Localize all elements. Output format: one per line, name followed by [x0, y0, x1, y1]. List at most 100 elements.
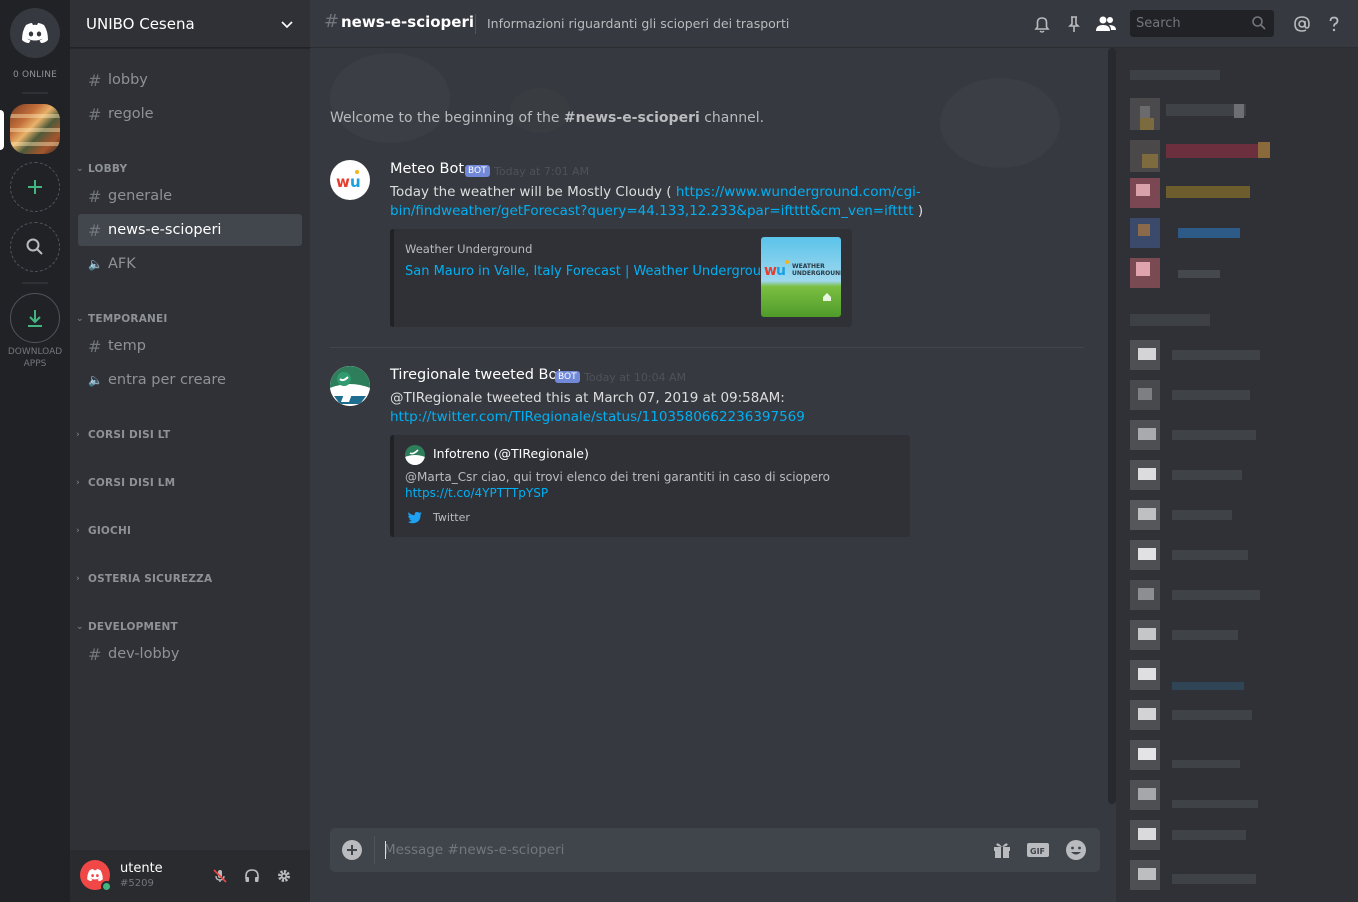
category-giochi[interactable]: › GIOCHI: [76, 525, 304, 537]
redacted-pixel: [1138, 668, 1156, 680]
server-header[interactable]: UNIBO Cesena: [70, 0, 310, 48]
redacted-name: [1172, 430, 1256, 440]
add-server-button[interactable]: [10, 162, 60, 212]
redacted-name: [1172, 874, 1256, 884]
embed-thumbnail[interactable]: w u WEATHER UNDERGROUND: [761, 237, 841, 317]
message-link[interactable]: https://www.wunderground.com/cgi-: [676, 184, 921, 200]
pinned-messages-button[interactable]: [1062, 12, 1086, 36]
redacted-pixel: [1138, 224, 1150, 236]
channel-sidebar: UNIBO Cesena # lobby # regole ⌄ LOBBY # …: [70, 0, 310, 902]
microphone-muted-icon: [213, 869, 227, 883]
notification-settings-button[interactable]: [1030, 12, 1054, 36]
chevron-right-icon: ›: [76, 478, 80, 488]
bell-icon: [1034, 17, 1050, 33]
message-input[interactable]: [384, 828, 974, 872]
member-list-toggle[interactable]: [1094, 12, 1118, 36]
mute-button[interactable]: [210, 866, 230, 886]
message-list: Welcome to the beginning of the #news-e-…: [310, 48, 1110, 808]
redacted-pixel: [1138, 548, 1156, 560]
redacted-name: [1172, 590, 1260, 600]
chevron-right-icon: ›: [76, 526, 80, 536]
search-icon: [1252, 16, 1266, 30]
category-lobby[interactable]: ⌄ LOBBY: [76, 163, 304, 175]
message-link[interactable]: http://twitter.com/TIRegionale/status/11…: [390, 409, 805, 425]
chat-scrollbar-thumb[interactable]: [1108, 48, 1116, 804]
download-apps-button[interactable]: [10, 293, 60, 343]
embed-author[interactable]: Infotreno (@TIRegionale): [433, 446, 589, 461]
channel-entra-per-creare[interactable]: 🔈 entra per creare: [78, 364, 302, 396]
explore-servers-button[interactable]: [10, 222, 60, 272]
user-panel: utente #5209: [70, 850, 310, 902]
redacted-pixel: [1138, 868, 1156, 880]
twitter-bird-icon: [407, 512, 422, 524]
gif-button[interactable]: GIF: [1026, 838, 1050, 862]
category-corsi-disi-lt[interactable]: › CORSI DISI LT: [76, 429, 304, 441]
channel-regole[interactable]: # regole: [78, 98, 302, 130]
search-icon: [26, 238, 43, 255]
redacted-pixel: [1136, 184, 1150, 196]
username: utente: [120, 861, 163, 876]
channel-title: news-e-scioperi: [341, 13, 474, 31]
category-corsi-disi-lm[interactable]: › CORSI DISI LM: [76, 477, 304, 489]
avatar[interactable]: w u: [330, 160, 370, 200]
composer-divider: [374, 836, 375, 864]
channel-generale[interactable]: # generale: [78, 180, 302, 212]
plus-icon: [28, 180, 42, 194]
search-input[interactable]: [1130, 10, 1250, 37]
emoji-button[interactable]: [1064, 838, 1088, 862]
channel-lobby[interactable]: # lobby: [78, 64, 302, 96]
message-link[interactable]: bin/findweather/getForecast?query=44.133…: [390, 203, 914, 219]
redacted-name: [1166, 144, 1258, 158]
members-icon: [1096, 16, 1116, 31]
embed-title[interactable]: San Mauro in Valle, Italy Forecast | Wea…: [405, 264, 777, 279]
channel-news-e-scioperi[interactable]: # news-e-scioperi: [78, 214, 302, 246]
tweet-embed: Infotreno (@TIRegionale) @Marta_Csr ciao…: [390, 435, 910, 537]
redacted-name: [1166, 186, 1250, 198]
channel-label: entra per creare: [108, 372, 226, 388]
search-bar[interactable]: [1130, 10, 1274, 37]
locked-voice-channel-icon: 🔈: [88, 257, 103, 271]
embed-footer: Twitter: [433, 511, 470, 524]
category-temporanei[interactable]: ⌄ TEMPORANEI: [76, 313, 304, 325]
rail-separator: [22, 92, 48, 94]
redacted-name: [1178, 270, 1220, 278]
deafen-button[interactable]: [242, 866, 262, 886]
redacted-name: [1172, 470, 1242, 480]
server-icon-unibo[interactable]: [10, 104, 60, 154]
avatar[interactable]: [330, 366, 370, 406]
home-button[interactable]: [10, 8, 60, 58]
twitter-bot-avatar-icon: [405, 449, 425, 465]
message-timestamp: Today at 7:01 AM: [494, 165, 590, 178]
text-channel-icon: #: [88, 70, 102, 90]
channel-label: AFK: [108, 256, 136, 272]
help-icon: [1329, 16, 1339, 32]
svg-text:u: u: [776, 263, 786, 279]
category-development[interactable]: ⌄ DEVELOPMENT: [76, 621, 304, 633]
channel-afk[interactable]: 🔈 AFK: [78, 248, 302, 280]
channel-temp[interactable]: # temp: [78, 330, 302, 362]
channel-label: lobby: [108, 72, 148, 88]
help-button[interactable]: [1322, 12, 1346, 36]
embed-link[interactable]: https://t.co/4YPTTTpYSP: [405, 486, 548, 500]
upload-button[interactable]: [340, 838, 364, 862]
chevron-down-icon: [281, 20, 293, 28]
redacted-name: [1172, 682, 1244, 690]
message-author[interactable]: Meteo Bot: [390, 161, 464, 177]
gift-button[interactable]: [990, 838, 1014, 862]
rail-separator: [22, 282, 48, 284]
gif-icon: GIF: [1027, 843, 1049, 857]
channel-label: generale: [108, 188, 173, 204]
download-icon: [28, 310, 42, 327]
redacted-role-header: [1130, 314, 1210, 326]
user-settings-button[interactable]: [274, 866, 294, 886]
channel-dev-lobby[interactable]: # dev-lobby: [78, 638, 302, 670]
redacted-name: [1172, 550, 1248, 560]
chevron-down-icon: ⌄: [76, 622, 84, 632]
mentions-button[interactable]: [1290, 12, 1314, 36]
message-author[interactable]: Tiregionale tweeted Bot: [390, 367, 563, 383]
locked-voice-channel-icon: 🔈: [88, 373, 103, 387]
headphones-icon: [245, 869, 259, 882]
category-osteria-sicurezza[interactable]: › OSTERIA SICUREZZA: [76, 573, 304, 585]
message-composer: GIF: [330, 828, 1100, 872]
text-channel-icon: #: [324, 11, 340, 32]
